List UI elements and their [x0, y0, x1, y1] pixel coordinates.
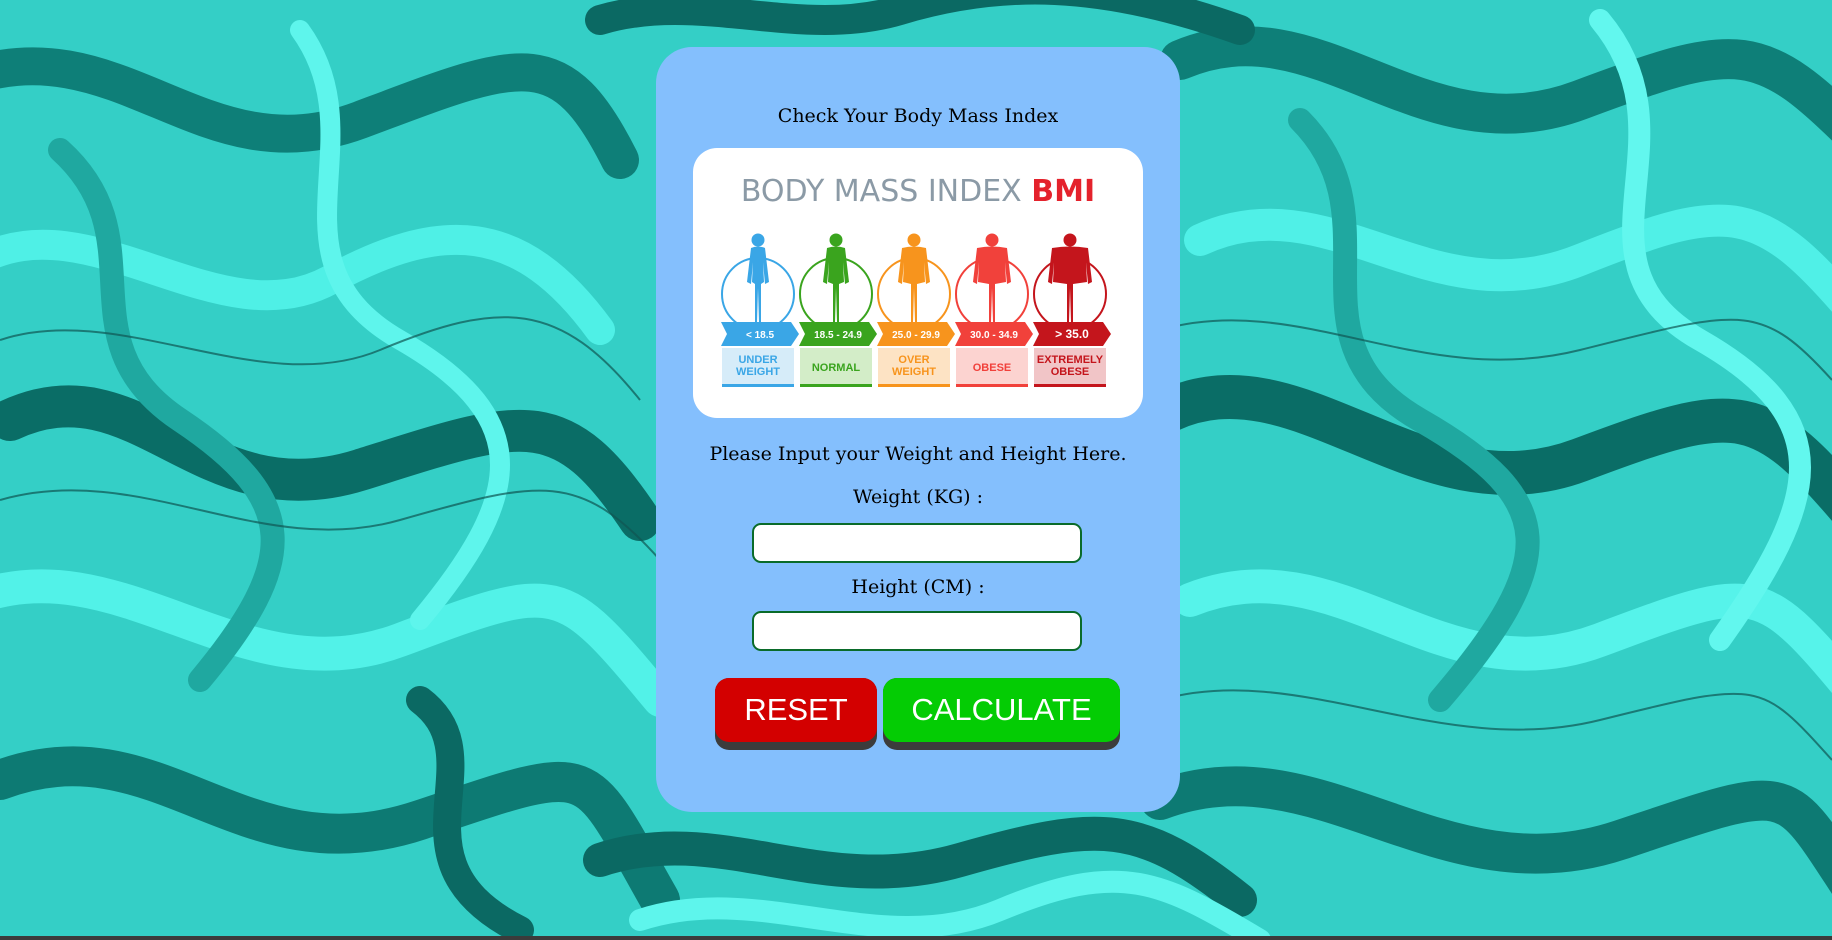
category-underline	[800, 384, 872, 387]
bmi-heading: BODY MASS INDEX BMI	[693, 174, 1143, 209]
category-label: WEIGHT	[736, 366, 780, 378]
category-label: OVER	[898, 354, 929, 366]
range-label: 25.0 - 29.9	[892, 330, 940, 341]
range-label: > 35.0	[1055, 327, 1089, 341]
range-label: < 18.5	[746, 330, 775, 341]
calculate-button-label: CALCULATE	[883, 678, 1120, 742]
height-input[interactable]	[752, 611, 1082, 651]
category-label: NORMAL	[812, 362, 861, 374]
bmi-category-3: 25.0 - 29.9 OVERWEIGHT	[877, 233, 955, 387]
weight-label: Weight (KG) :	[852, 486, 983, 508]
bmi-category-figures: < 18.5UNDERWEIGHT18.5 - 24.9NORMAL25.0 -…	[721, 233, 1111, 387]
reset-button-label: RESET	[715, 678, 877, 742]
height-label: Height (CM) :	[851, 576, 985, 598]
bmi-category-4: 30.0 - 34.9 OBESE	[955, 233, 1033, 387]
bmi-heading-text: BODY MASS INDEX	[740, 174, 1022, 209]
reset-button[interactable]: RESET	[715, 678, 877, 750]
body-figure-icon	[823, 233, 849, 322]
category-underline	[1034, 384, 1106, 387]
category-label: OBESE	[1051, 366, 1090, 378]
bmi-category-2: 18.5 - 24.9 NORMAL	[799, 233, 877, 387]
bmi-card: Check Your Body Mass Index BODY MASS IND…	[656, 47, 1180, 812]
body-figure-icon	[898, 233, 930, 322]
category-label: EXTREMELY	[1037, 354, 1104, 366]
bottom-bar	[0, 936, 1832, 940]
bmi-category-1: < 18.5 UNDERWEIGHT	[721, 233, 799, 387]
bmi-category-5: > 35.0 EXTREMELYOBESE	[1033, 233, 1111, 387]
bmi-infographic: BODY MASS INDEX BMI < 18.5 UNDER WEIGHT 18.…	[693, 148, 1143, 418]
weight-input[interactable]	[752, 523, 1082, 563]
body-figure-icon	[1048, 233, 1092, 322]
category-underline	[878, 384, 950, 387]
body-figure-icon	[747, 233, 769, 322]
page-title: Check Your Body Mass Index	[777, 105, 1059, 127]
category-underline	[722, 384, 794, 387]
category-underline	[956, 384, 1028, 387]
range-label: 30.0 - 34.9	[970, 330, 1018, 341]
instruction-text: Please Input your Weight and Height Here…	[709, 443, 1127, 465]
category-label: UNDER	[738, 354, 777, 366]
category-label: WEIGHT	[892, 366, 936, 378]
range-label: 18.5 - 24.9	[814, 330, 862, 341]
body-figure-icon	[973, 233, 1011, 322]
category-label: OBESE	[973, 362, 1012, 374]
bmi-heading-accent: BMI	[1031, 174, 1096, 209]
calculate-button[interactable]: CALCULATE	[883, 678, 1120, 750]
